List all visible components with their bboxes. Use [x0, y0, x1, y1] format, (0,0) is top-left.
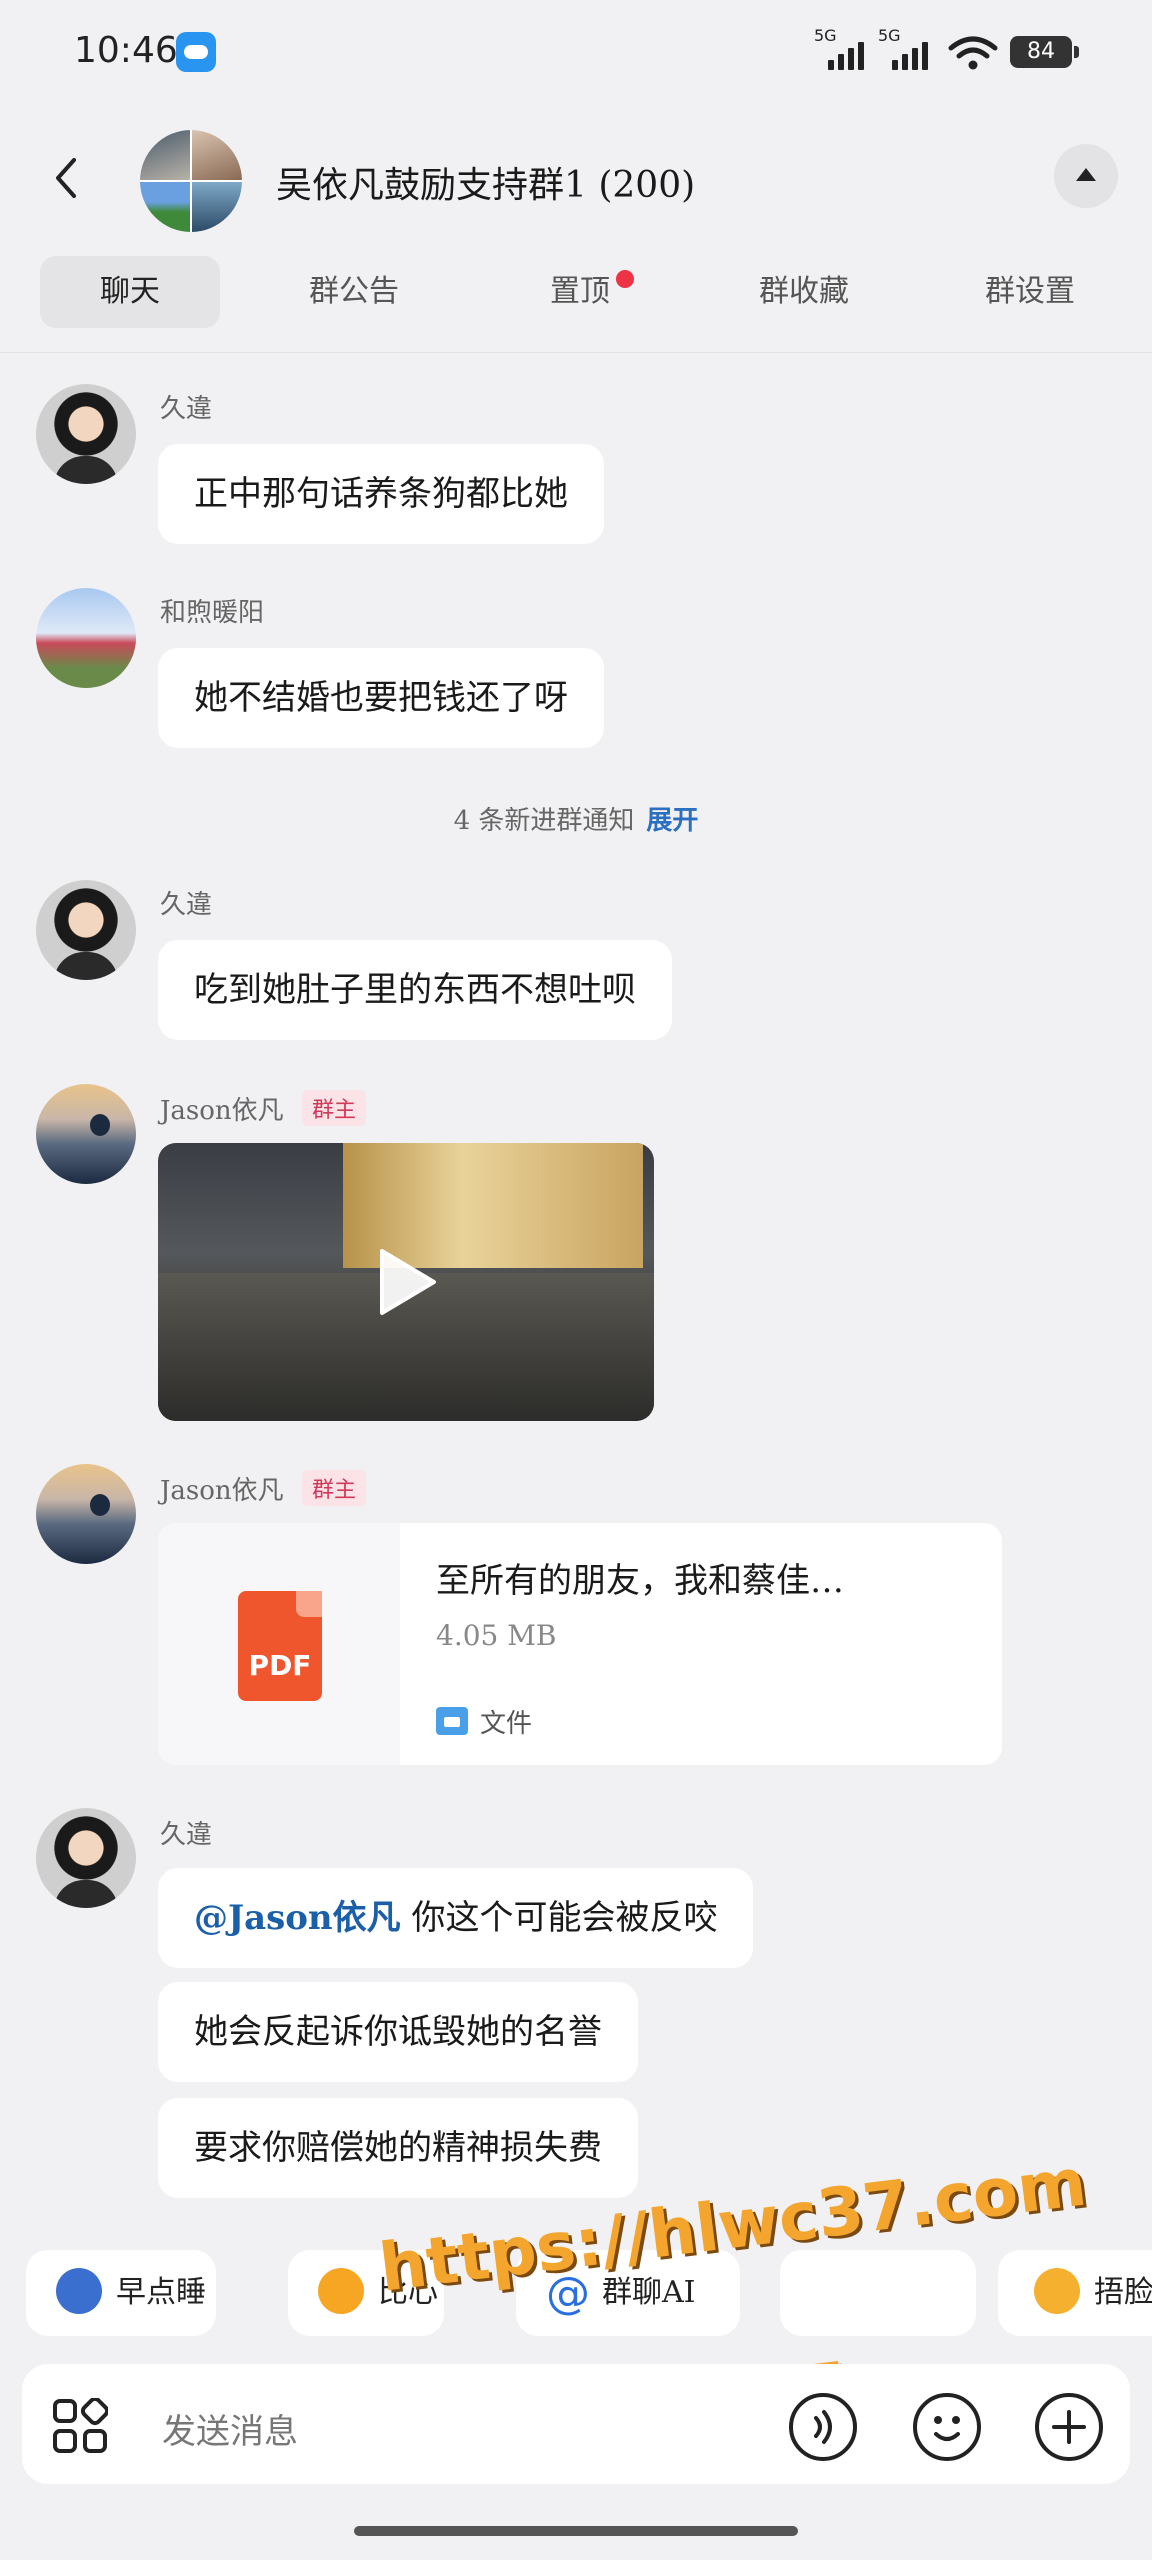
tab-pinned[interactable]: 置顶 — [510, 256, 650, 328]
avatar[interactable] — [36, 880, 136, 980]
owner-badge: 群主 — [302, 1470, 367, 1506]
avatar[interactable] — [36, 588, 136, 688]
join-notice-text: 4 条新进群通知 — [453, 806, 635, 836]
signal-strength-icon — [892, 42, 928, 70]
pinned-unread-dot — [616, 270, 634, 288]
signal-strength-icon — [828, 42, 864, 70]
sleep-emoji-icon — [56, 2268, 102, 2314]
header-divider — [0, 352, 1152, 353]
collapse-up-icon[interactable] — [1054, 144, 1118, 208]
avatar[interactable] — [36, 384, 136, 484]
avatar[interactable] — [36, 1464, 136, 1564]
weather-app-icon — [176, 32, 216, 72]
sender-name: 久違 — [160, 890, 213, 920]
status-time: 10:46 — [74, 30, 178, 71]
file-name: 至所有的朋友，我和蔡佳… — [436, 1561, 844, 1601]
voice-input-icon[interactable] — [788, 2392, 858, 2462]
avatar[interactable] — [36, 1084, 136, 1184]
file-message[interactable]: PDF 至所有的朋友，我和蔡佳… 4.05 MB 文件 — [158, 1523, 1002, 1765]
play-icon[interactable] — [376, 1247, 438, 1317]
sender-name: 和煦暖阳 — [160, 598, 265, 628]
tab-settings[interactable]: 群设置 — [948, 256, 1112, 328]
tab-favorites[interactable]: 群收藏 — [722, 256, 886, 328]
emoji-icon[interactable] — [912, 2392, 982, 2462]
file-kind-label: 文件 — [480, 1709, 533, 1739]
expand-link[interactable]: 展开 — [646, 806, 698, 836]
message-bubble[interactable]: 她不结婚也要把钱还了呀 — [158, 648, 604, 748]
sender-name: Jason依凡 — [160, 1476, 284, 1506]
status-bar: 10:46 5G 5G 84 — [0, 0, 1152, 110]
facepalm-emoji-icon — [1034, 2268, 1080, 2314]
group-title[interactable]: 吴依凡鼓励支持群1 (200) — [276, 156, 695, 208]
video-message[interactable] — [158, 1143, 654, 1421]
wifi-icon — [948, 36, 998, 70]
apps-grid-icon[interactable] — [52, 2398, 108, 2454]
mention-link[interactable]: @Jason依凡 — [194, 1898, 401, 1938]
group-tabs: 聊天 群公告 置顶 群收藏 群设置 — [0, 256, 1152, 332]
tab-announcement[interactable]: 群公告 — [272, 256, 436, 328]
quick-chip-sleep[interactable]: 早点睡 — [26, 2250, 216, 2336]
message-bubble[interactable]: @Jason依凡 你这个可能会被反咬 — [158, 1868, 754, 1968]
tab-chat[interactable]: 聊天 — [40, 256, 220, 328]
avatar[interactable] — [36, 1808, 136, 1908]
folder-icon — [436, 1707, 468, 1735]
back-arrow-icon[interactable] — [46, 156, 90, 200]
home-indicator[interactable] — [354, 2526, 798, 2536]
owner-badge: 群主 — [302, 1090, 367, 1126]
message-input-bar: 发送消息 — [22, 2364, 1130, 2484]
message-bubble[interactable]: 她会反起诉你诋毁她的名誉 — [158, 1982, 638, 2082]
message-bubble[interactable]: 要求你赔偿她的精神损失费 — [158, 2098, 638, 2198]
battery-indicator: 84 — [1010, 36, 1079, 68]
join-notice: 4 条新进群通知 展开 — [0, 800, 1152, 837]
sender-name: 久違 — [160, 1820, 213, 1850]
heart-hands-emoji-icon — [318, 2268, 364, 2314]
file-size: 4.05 MB — [436, 1619, 557, 1652]
group-avatar[interactable] — [140, 130, 242, 232]
message-bubble[interactable]: 正中那句话养条狗都比她 — [158, 444, 604, 544]
quick-chip-facepalm[interactable]: 捂脸 — [998, 2250, 1152, 2336]
add-plus-icon[interactable] — [1034, 2392, 1104, 2462]
chat-header: 吴依凡鼓励支持群1 (200) — [0, 120, 1152, 240]
pdf-file-icon: PDF — [238, 1591, 322, 1701]
quick-chip[interactable] — [780, 2250, 976, 2336]
message-input[interactable]: 发送消息 — [162, 2404, 298, 2453]
message-bubble[interactable]: 吃到她肚子里的东西不想吐呗 — [158, 940, 672, 1040]
sender-name: Jason依凡 — [160, 1096, 284, 1126]
sender-name: 久違 — [160, 394, 213, 424]
